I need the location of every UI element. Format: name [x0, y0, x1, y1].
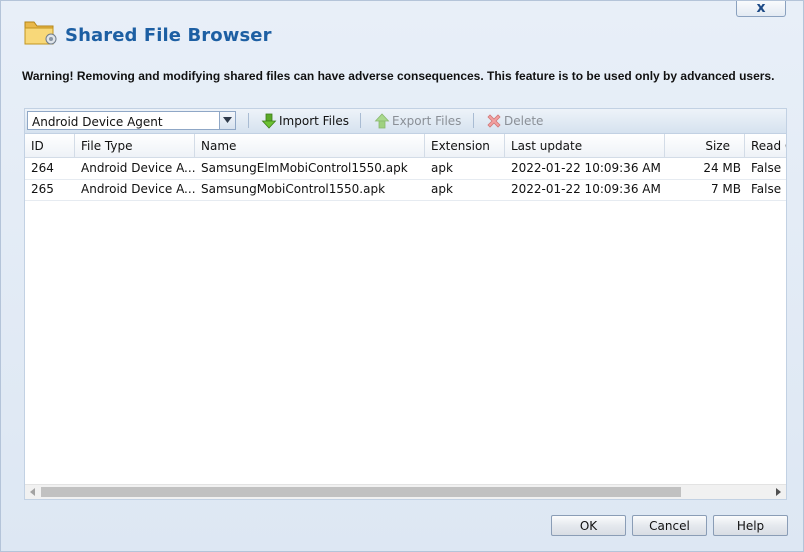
column-header-last-update[interactable]: Last update	[505, 134, 665, 157]
ok-button[interactable]: OK	[551, 515, 626, 536]
cell-size: 24 MB	[703, 161, 741, 175]
cell-id: 264	[31, 161, 54, 175]
table-header: ID File Type Name Extension Last update …	[25, 134, 786, 158]
cell-file-type: Android Device A...	[81, 161, 195, 175]
warning-message: Warning! Removing and modifying shared f…	[22, 69, 775, 83]
table-row[interactable]: 264 Android Device A... SamsungElmMobiCo…	[25, 158, 786, 180]
cell-extension: apk	[431, 161, 453, 175]
import-files-button[interactable]: Import Files	[261, 111, 349, 130]
chevron-down-icon	[223, 117, 232, 123]
scroll-left-arrow-icon[interactable]	[29, 488, 37, 496]
cell-size: 7 MB	[710, 182, 741, 196]
green-down-arrow-icon	[261, 113, 277, 129]
shared-files-table: ID File Type Name Extension Last update …	[24, 133, 787, 500]
file-type-filter-select[interactable]: Android Device Agent	[27, 111, 236, 130]
cancel-button[interactable]: Cancel	[632, 515, 707, 536]
toolbar: Android Device Agent Import Files Export…	[24, 108, 787, 133]
dialog-title: Shared File Browser	[65, 25, 272, 46]
export-files-label: Export Files	[392, 113, 462, 128]
scrollbar-thumb[interactable]	[41, 487, 681, 497]
cell-read-only: False	[751, 161, 782, 175]
green-up-arrow-icon	[374, 112, 390, 128]
column-header-id[interactable]: ID	[25, 134, 75, 157]
column-header-file-type[interactable]: File Type	[75, 134, 195, 157]
file-type-filter-value: Android Device Agent	[32, 115, 163, 129]
toolbar-separator	[248, 113, 249, 128]
horizontal-scrollbar[interactable]	[25, 484, 786, 499]
cell-name: SamsungElmMobiControl1550.apk	[201, 161, 408, 175]
scroll-right-arrow-icon[interactable]	[774, 488, 782, 496]
cell-last-update: 2022-01-22 10:09:36 AM	[511, 161, 661, 175]
table-row[interactable]: 265 Android Device A... SamsungMobiContr…	[25, 179, 786, 201]
toolbar-separator	[360, 113, 361, 128]
delete-label: Delete	[504, 113, 544, 128]
column-header-read-only[interactable]: Read O	[745, 134, 786, 157]
export-files-button[interactable]: Export Files	[374, 111, 461, 130]
cell-id: 265	[31, 182, 54, 196]
cell-extension: apk	[431, 182, 453, 196]
column-header-name[interactable]: Name	[195, 134, 425, 157]
cell-name: SamsungMobiControl1550.apk	[201, 182, 386, 196]
folder-settings-icon	[24, 21, 57, 45]
close-button[interactable]: x	[736, 1, 786, 17]
dropdown-arrow-button[interactable]	[219, 112, 235, 129]
delete-button[interactable]: Delete	[486, 111, 543, 130]
import-files-label: Import Files	[279, 113, 349, 128]
help-button[interactable]: Help	[713, 515, 788, 536]
cell-file-type: Android Device A...	[81, 182, 195, 196]
cell-read-only: False	[751, 182, 782, 196]
red-x-icon	[487, 113, 501, 128]
column-header-extension[interactable]: Extension	[425, 134, 505, 157]
toolbar-separator	[473, 113, 474, 128]
shared-file-browser-dialog: x Shared File Browser Warning! Removing …	[0, 0, 804, 552]
column-header-size[interactable]: Size	[665, 134, 745, 157]
cell-last-update: 2022-01-22 10:09:36 AM	[511, 182, 661, 196]
